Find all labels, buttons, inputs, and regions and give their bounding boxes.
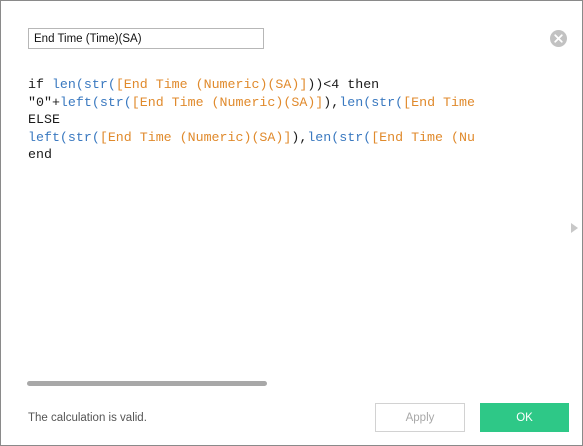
function-left: left <box>59 94 92 110</box>
paren: ( <box>363 129 372 145</box>
code-line-1: if len(str([End Time (Numeric)(SA)]))<4 … <box>28 76 571 94</box>
keyword-end: end <box>28 147 52 162</box>
code-text: ), <box>291 129 308 145</box>
code-line-2: "0"+left(str([End Time (Numeric)(SA)]),l… <box>28 94 571 112</box>
function-str: str <box>67 129 92 145</box>
paren: ( <box>363 94 372 110</box>
string-literal: "0"+ <box>28 94 60 110</box>
function-len: len <box>339 94 364 110</box>
function-str: str <box>339 129 364 145</box>
paren: ( <box>107 77 116 92</box>
ok-button[interactable]: OK <box>480 403 569 432</box>
calculation-name-input[interactable] <box>28 28 264 49</box>
field-reference: [End Time <box>403 94 475 110</box>
keyword-if: if <box>28 77 52 92</box>
calculation-dialog: if len(str([End Time (Numeric)(SA)]))<4 … <box>0 0 583 446</box>
code-line-4: left(str([End Time (Numeric)(SA)]),len(s… <box>28 129 571 147</box>
validation-status: The calculation is valid. <box>28 412 147 424</box>
function-str: str <box>99 94 124 110</box>
code-text: ), <box>323 94 340 110</box>
function-left: left <box>28 129 60 145</box>
function-str: str <box>371 94 396 110</box>
field-reference: [End Time (Numeric)(SA)] <box>99 129 292 145</box>
code-line-5: end <box>28 146 571 164</box>
paren: ( <box>123 94 132 110</box>
keyword-else: ELSE <box>28 112 60 127</box>
paren: ( <box>75 77 84 92</box>
paren: ( <box>91 94 100 110</box>
apply-button[interactable]: Apply <box>375 403 465 432</box>
function-len: len <box>51 77 76 92</box>
function-len: len <box>307 129 332 145</box>
code-text: ))<4 then <box>307 77 380 92</box>
function-str: str <box>83 77 108 92</box>
chevron-right-icon[interactable] <box>571 223 578 233</box>
paren: ( <box>59 129 68 145</box>
field-reference: [End Time (Nu <box>371 129 475 145</box>
paren: ( <box>91 129 100 145</box>
close-circle-icon[interactable] <box>550 30 567 47</box>
horizontal-scrollbar[interactable] <box>27 381 267 386</box>
field-reference: [End Time (Numeric)(SA)] <box>115 77 308 92</box>
field-reference: [End Time (Numeric)(SA)] <box>131 94 324 110</box>
code-line-3: ELSE <box>28 111 571 129</box>
paren: ( <box>395 94 404 110</box>
formula-editor[interactable]: if len(str([End Time (Numeric)(SA)]))<4 … <box>28 76 571 371</box>
